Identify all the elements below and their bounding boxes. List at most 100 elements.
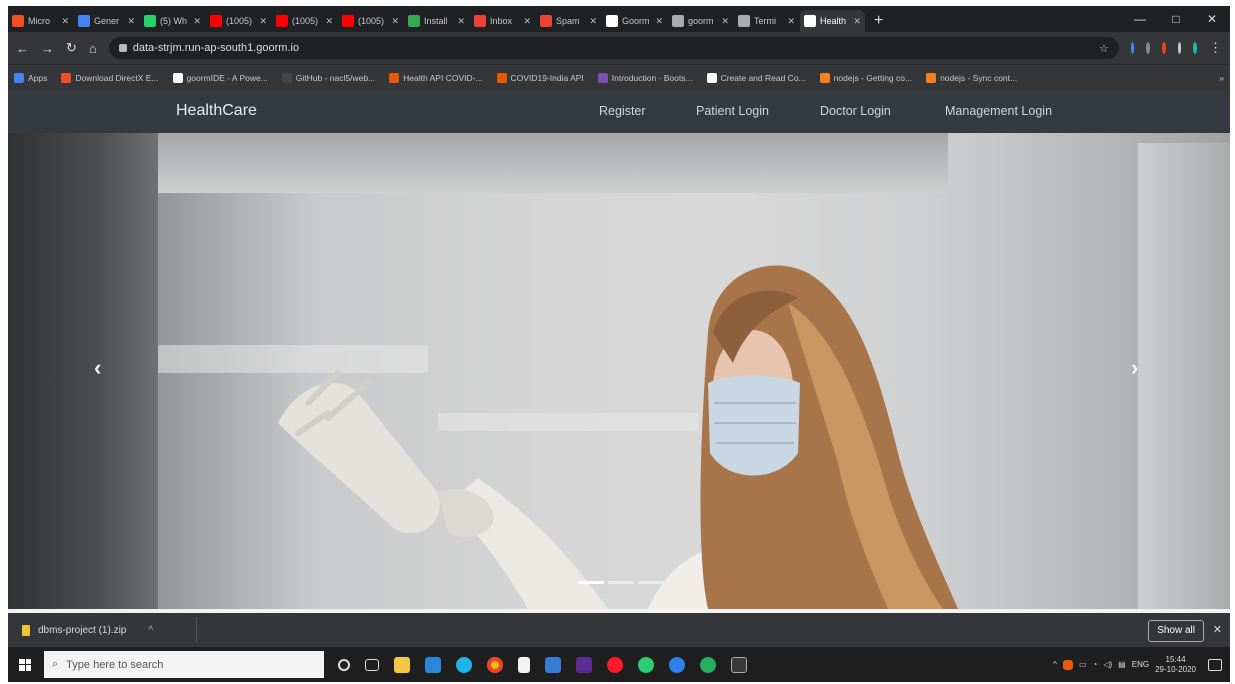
tray-app-icon[interactable] [1062, 659, 1073, 670]
nav-management-login[interactable]: Management Login [945, 104, 1052, 118]
browser-tab[interactable]: Spam ✕ [536, 10, 601, 32]
edge-icon[interactable] [456, 656, 472, 673]
bookmark-item[interactable]: goormIDE - A Powe... [172, 72, 268, 83]
browser-tab[interactable]: Micro ✕ [8, 10, 73, 32]
browser-tab[interactable]: Gener ✕ [74, 10, 139, 32]
app-icon[interactable] [700, 656, 716, 673]
carousel-indicator[interactable] [608, 581, 634, 584]
tab-favicon-icon [672, 15, 684, 27]
taskbar-search[interactable]: ⌕ Type here to search [44, 651, 324, 678]
nav-doctor-login[interactable]: Doctor Login [820, 104, 891, 118]
browser-tab[interactable]: Termi ✕ [734, 10, 799, 32]
close-tab-icon[interactable]: ✕ [193, 16, 201, 27]
chevron-up-icon[interactable]: ^ [148, 625, 153, 636]
bookmark-item[interactable]: GitHub - nacl5/web... [281, 72, 375, 83]
carousel-indicator[interactable] [638, 581, 664, 584]
close-tab-icon[interactable]: ✕ [259, 16, 267, 27]
close-tab-icon[interactable]: ✕ [721, 16, 729, 27]
profile-avatar[interactable] [1193, 42, 1197, 54]
bookmarks-overflow-icon[interactable]: » [1219, 73, 1224, 83]
cortana-icon[interactable] [338, 658, 350, 671]
star-icon[interactable]: ☆ [1099, 42, 1109, 55]
bookmark-item[interactable]: Create and Read Co... [706, 72, 806, 83]
close-tab-icon[interactable]: ✕ [853, 16, 861, 27]
battery-icon[interactable]: ▭ [1079, 660, 1087, 669]
photos-icon[interactable] [545, 656, 561, 673]
notification-icon[interactable] [1208, 658, 1222, 671]
nav-patient-login[interactable]: Patient Login [696, 104, 769, 118]
app-icon[interactable] [638, 656, 654, 673]
bookmark-item[interactable]: nodejs - Sync cont... [926, 72, 1017, 83]
menu-icon[interactable]: ⋮ [1209, 40, 1222, 56]
extension-icon[interactable] [1146, 42, 1151, 54]
bookmark-item[interactable]: nodejs - Getting co... [819, 72, 912, 83]
file-explorer-icon[interactable] [394, 656, 410, 673]
browser-tab[interactable]: (1005) ✕ [338, 10, 403, 32]
opera-icon[interactable] [607, 656, 623, 673]
browser-tab[interactable]: Install ✕ [404, 10, 469, 32]
bookmark-item[interactable]: Apps [14, 72, 47, 83]
url-text: data-strjm.run-ap-south1.goorm.io [132, 42, 300, 54]
keyboard-icon[interactable]: ▤ [1118, 660, 1126, 669]
close-tab-icon[interactable]: ✕ [787, 16, 795, 27]
bookmark-item[interactable]: COVID19-India API [496, 72, 584, 83]
puzzle-icon[interactable] [1177, 42, 1182, 54]
bookmark-item[interactable]: Introduction · Boots... [597, 72, 693, 83]
browser-tab[interactable]: (1005) ✕ [206, 10, 271, 32]
volume-icon[interactable]: ◁) [1103, 660, 1112, 669]
forward-icon[interactable]: → [41, 41, 54, 56]
tab-favicon-icon [474, 15, 486, 27]
bookmark-item[interactable]: Health API COVID-... [389, 72, 483, 83]
extension-icon[interactable] [1162, 42, 1166, 54]
app-icon[interactable] [669, 656, 685, 673]
close-tab-icon[interactable]: ✕ [589, 16, 597, 27]
carousel-next-icon[interactable]: › [1131, 355, 1138, 381]
close-tab-icon[interactable]: ✕ [655, 16, 663, 27]
chevron-up-icon[interactable]: ^ [1053, 660, 1057, 669]
minimize-icon[interactable]: — [1122, 6, 1158, 32]
tab-title: Install [424, 16, 448, 26]
carousel-indicator[interactable] [578, 581, 604, 584]
carousel-prev-icon[interactable]: ‹ [94, 355, 101, 381]
terminal-icon[interactable] [731, 656, 747, 673]
browser-tab[interactable]: Goorm ✕ [602, 10, 667, 32]
tab-title: Health [820, 16, 847, 26]
browser-tab[interactable]: goorm ✕ [668, 10, 733, 32]
notepad-icon[interactable] [518, 656, 530, 673]
close-tab-icon[interactable]: ✕ [325, 16, 333, 27]
bookmark-item[interactable]: Download DirectX E... [61, 72, 159, 83]
visual-studio-icon[interactable] [576, 656, 592, 673]
nav-register[interactable]: Register [599, 104, 646, 118]
download-item[interactable]: dbms-project (1).zip ^ [22, 617, 197, 643]
language-indicator[interactable]: ENG [1132, 660, 1149, 669]
show-all-button[interactable]: Show all [1148, 620, 1204, 642]
new-tab-button[interactable]: + [874, 10, 883, 32]
close-tab-icon[interactable]: ✕ [457, 16, 465, 27]
clock[interactable]: 15:44 29-10-2020 [1155, 655, 1196, 675]
store-icon[interactable] [425, 656, 441, 673]
browser-tab[interactable]: (5) Wh ✕ [140, 10, 205, 32]
browser-toolbar: ← → ↻ ⌂ data-strjm.run-ap-south1.goorm.i… [8, 32, 1230, 64]
back-icon[interactable]: ← [16, 41, 29, 56]
reload-icon[interactable]: ↻ [66, 40, 77, 56]
browser-tab[interactable]: (1005) ✕ [272, 10, 337, 32]
close-icon[interactable]: ✕ [1194, 6, 1230, 32]
task-view-icon[interactable] [365, 658, 379, 671]
close-tab-icon[interactable]: ✕ [61, 16, 69, 27]
maximize-icon[interactable]: □ [1158, 6, 1194, 32]
close-tab-icon[interactable]: ✕ [391, 16, 399, 27]
site-brand[interactable]: HealthCare [176, 102, 257, 120]
browser-window: Micro ✕ Gener ✕ (5) Wh ✕ (1005) ✕ (1005) ✕ (1005) ✕… [8, 6, 1230, 682]
close-downloads-icon[interactable]: ✕ [1213, 623, 1222, 636]
close-tab-icon[interactable]: ✕ [127, 16, 135, 27]
tab-title: Inbox [490, 16, 513, 26]
chrome-icon[interactable] [487, 656, 503, 673]
address-bar[interactable]: data-strjm.run-ap-south1.goorm.io ☆ [108, 37, 1119, 59]
extension-icon[interactable] [1130, 42, 1135, 54]
start-button[interactable] [8, 647, 42, 682]
close-tab-icon[interactable]: ✕ [523, 16, 531, 27]
browser-tab[interactable]: Health ✕ [800, 10, 865, 32]
home-icon[interactable]: ⌂ [89, 41, 97, 56]
network-icon[interactable]: ◔ [1093, 660, 1098, 669]
browser-tab[interactable]: Inbox ✕ [470, 10, 535, 32]
